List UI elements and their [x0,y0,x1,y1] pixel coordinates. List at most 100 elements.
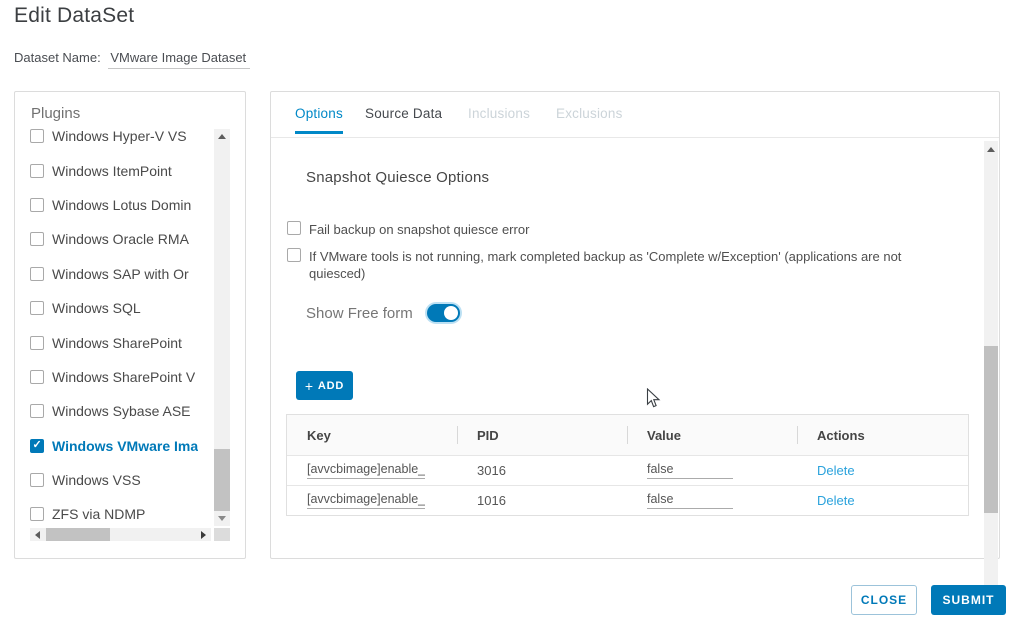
plugin-label: Windows Oracle RMA [52,231,189,247]
show-free-form-label: Show Free form [306,305,413,322]
free-form-table-header: Key PID Value Actions [287,415,968,455]
plugin-checkbox[interactable] [30,164,44,178]
freeform-table-body: 3016 Delete 1016 Delete [287,455,968,515]
plugin-list-item[interactable]: Windows SQL [30,291,212,325]
plugin-checkbox[interactable] [30,336,44,350]
plugin-list-item[interactable]: Windows SharePoint [30,325,212,359]
toggle-knob [444,306,458,320]
value-input[interactable] [647,492,733,509]
scroll-left-icon[interactable] [35,531,40,539]
plugin-list-item[interactable]: Windows Hyper-V VS [30,129,212,153]
delete-link[interactable]: Delete [817,463,855,478]
dataset-name-label: Dataset Name: [14,50,101,65]
free-form-table: Key PID Value Actions 3016 Delete 1016 D… [286,414,969,516]
plugin-label: Windows VSS [52,472,141,488]
plugins-hscroll-thumb[interactable] [46,528,110,541]
plugins-panel: Plugins Windows Hyper-V VS Windows ItemP… [14,91,246,559]
plugin-list-item[interactable]: Windows Sybase ASE [30,394,212,428]
scroll-right-icon[interactable] [201,531,206,539]
plugin-label: Windows Lotus Domin [52,197,191,213]
plugin-list-item[interactable]: Windows VSS [30,463,212,497]
plugins-horizontal-scrollbar[interactable] [30,528,211,541]
plugin-checkbox[interactable] [30,404,44,418]
plugin-checkbox[interactable] [30,370,44,384]
dataset-name-input[interactable] [108,49,250,69]
key-input[interactable] [307,492,425,509]
vmware-tools-checkbox-label: If VMware tools is not running, mark com… [309,248,941,282]
tab-options[interactable]: Options [295,106,343,134]
cell-pid: 1016 [457,486,627,515]
plugin-label: Windows SharePoint [52,335,182,351]
tab-bar: Options Source Data Inclusions Exclusion… [271,92,999,138]
plugin-label: Windows Sybase ASE [52,403,191,419]
scroll-down-icon[interactable] [218,516,226,521]
scroll-up-icon[interactable] [987,147,995,152]
plugin-checkbox[interactable] [30,473,44,487]
cell-value [627,486,797,515]
edit-dataset-page: Edit DataSet Dataset Name: Plugins Windo… [0,0,1020,627]
plugin-checkbox[interactable] [30,198,44,212]
free-form-table-row: 1016 Delete [287,485,968,515]
tab-exclusions: Exclusions [556,106,623,131]
plugin-label: Windows SharePoint V [52,369,195,385]
plugin-label: Windows ItemPoint [52,163,172,179]
delete-link[interactable]: Delete [817,493,855,508]
plugin-checkbox[interactable] [30,439,44,453]
close-button[interactable]: CLOSE [851,585,917,615]
column-header-key: Key [287,415,457,455]
show-free-form-toggle[interactable] [427,304,460,322]
plugin-label: Windows SQL [52,300,141,316]
fail-backup-checkbox-label: Fail backup on snapshot quiesce error [309,221,529,238]
plugin-checkbox[interactable] [30,301,44,315]
show-free-form-row: Show Free form [306,304,460,322]
plus-icon: + [305,379,314,393]
plugins-vscroll-thumb[interactable] [214,449,230,511]
cell-pid: 3016 [457,456,627,485]
column-header-pid: PID [457,415,627,455]
checkbox-row-fail-backup: Fail backup on snapshot quiesce error [287,221,529,238]
submit-button[interactable]: SUBMIT [931,585,1006,615]
plugin-checkbox[interactable] [30,129,44,143]
value-input[interactable] [647,462,733,479]
add-button[interactable]: + ADD [296,371,353,400]
plugin-list-item[interactable]: Windows Oracle RMA [30,222,212,256]
plugin-label: Windows VMware Ima [52,438,198,454]
options-vertical-scrollbar[interactable] [984,141,998,603]
section-title-snapshot-quiesce: Snapshot Quiesce Options [306,169,489,186]
scrollbar-corner [214,528,230,541]
cell-key [287,486,457,515]
plugin-checkbox[interactable] [30,507,44,521]
column-header-actions: Actions [797,415,968,455]
checkbox-row-vmware-tools: If VMware tools is not running, mark com… [287,248,941,282]
cell-value [627,456,797,485]
vmware-tools-checkbox[interactable] [287,248,301,262]
options-vscroll-thumb[interactable] [984,346,998,513]
plugin-list-item[interactable]: Windows VMware Ima [30,429,212,463]
dataset-name-row: Dataset Name: [14,49,250,69]
plugin-label: ZFS via NDMP [52,506,145,522]
plugin-label: Windows SAP with Or [52,266,189,282]
key-input[interactable] [307,462,425,479]
plugin-list-item[interactable]: Windows ItemPoint [30,153,212,187]
plugins-vertical-scrollbar[interactable] [214,129,230,526]
plugin-label: Windows Hyper-V VS [52,129,187,144]
cell-actions: Delete [797,486,968,515]
free-form-table-row: 3016 Delete [287,455,968,485]
scroll-up-icon[interactable] [218,134,226,139]
dataset-settings-panel: Options Source Data Inclusions Exclusion… [270,91,1000,559]
plugin-list-item[interactable]: Windows SAP with Or [30,257,212,291]
plugins-list: Windows Hyper-V VS Windows ItemPoint Win… [30,129,212,528]
plugin-list-item[interactable]: Windows Lotus Domin [30,188,212,222]
cell-key [287,456,457,485]
plugin-list-item[interactable]: Windows SharePoint V [30,360,212,394]
tab-source-data[interactable]: Source Data [365,106,442,131]
plugin-list-item[interactable]: ZFS via NDMP [30,497,212,528]
tab-inclusions: Inclusions [468,106,530,131]
add-button-label: ADD [318,380,344,392]
column-header-value: Value [627,415,797,455]
fail-backup-checkbox[interactable] [287,221,301,235]
page-title: Edit DataSet [14,4,134,28]
plugin-checkbox[interactable] [30,232,44,246]
cell-actions: Delete [797,456,968,485]
plugin-checkbox[interactable] [30,267,44,281]
